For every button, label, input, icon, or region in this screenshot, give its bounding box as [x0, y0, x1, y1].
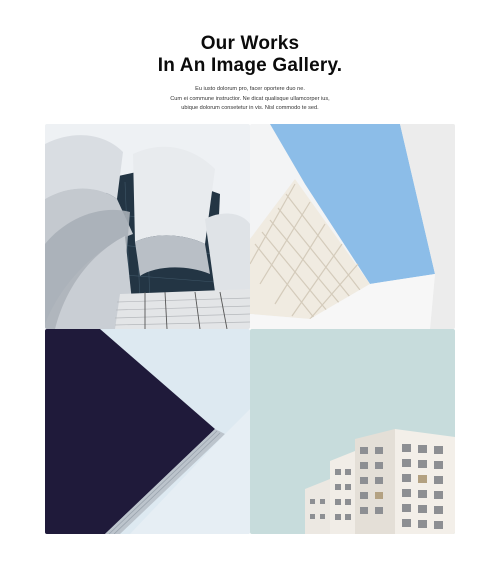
gallery-image-dark-facade[interactable]	[45, 329, 250, 534]
gallery-image-white-building[interactable]	[250, 124, 455, 329]
title-line-2: In An Image Gallery.	[157, 55, 343, 76]
gallery-image-concert-hall[interactable]	[45, 124, 250, 329]
description-line-1: Eu iusto dolorum pro, facer oportere duo…	[195, 86, 305, 92]
image-gallery	[45, 124, 455, 534]
title-line-1: Our Works	[200, 33, 300, 54]
description-line-3: ubique dolorum consetetur in vis. Nisl c…	[181, 105, 319, 111]
page-description: Eu iusto dolorum pro, facer oportere duo…	[0, 85, 500, 114]
page-title: Our Works In An Image Gallery.	[0, 33, 500, 77]
description-line-2: Cum ei commune instructior. Ne dicat qua…	[170, 95, 330, 102]
gallery-image-apartment-block[interactable]	[250, 329, 455, 534]
